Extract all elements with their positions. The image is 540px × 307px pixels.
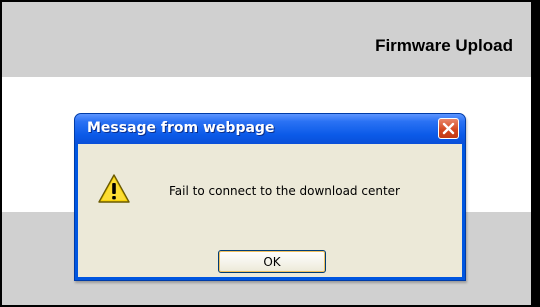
warning-icon — [98, 174, 130, 203]
dialog-message: Fail to connect to the download center — [169, 184, 400, 198]
page-header: Firmware Upload — [2, 2, 531, 77]
page-title: Firmware Upload — [375, 36, 513, 55]
ok-button[interactable]: OK — [218, 250, 326, 273]
close-button[interactable] — [438, 118, 459, 139]
dialog-titlebar[interactable]: Message from webpage — [75, 114, 465, 144]
alert-dialog: Message from webpage Fail to connect to … — [74, 113, 466, 281]
web-page: Firmware Upload Message from webpage Fai… — [2, 2, 531, 305]
dialog-body: Fail to connect to the download center O… — [78, 144, 462, 277]
close-icon — [442, 122, 455, 135]
dialog-title: Message from webpage — [87, 120, 275, 136]
